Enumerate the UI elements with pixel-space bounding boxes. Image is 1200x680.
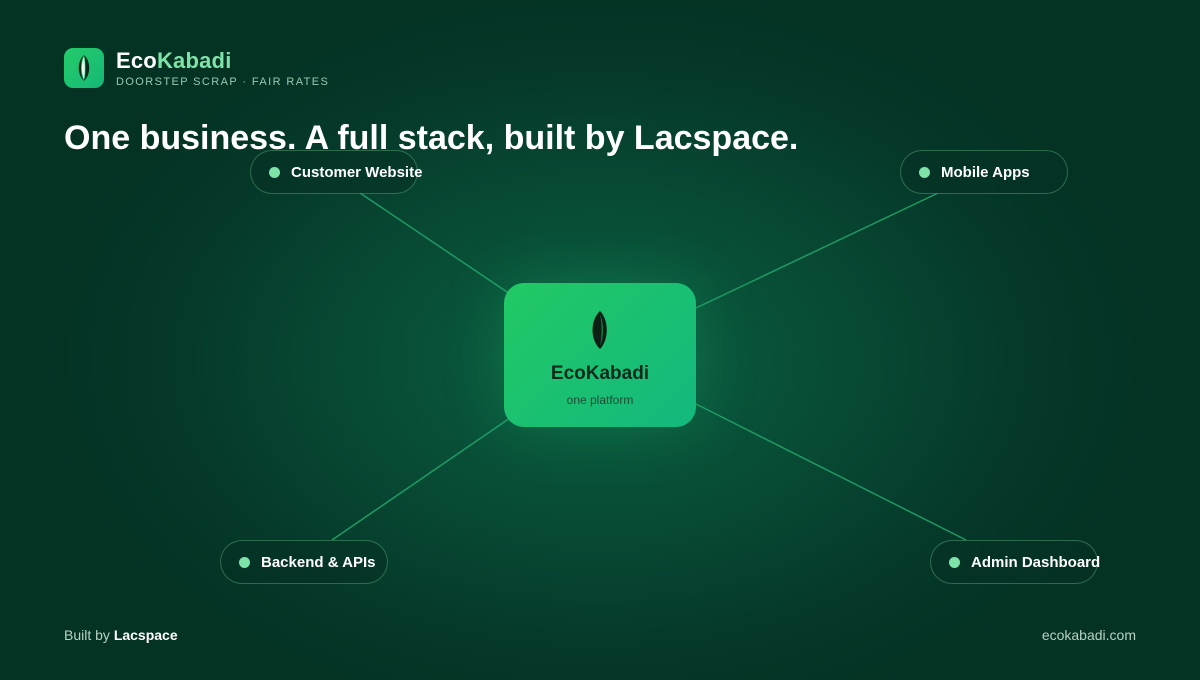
brand-logo <box>64 48 104 88</box>
connector-mobile-apps <box>695 192 939 309</box>
footer-built-by: Built by Lacspace <box>64 627 178 643</box>
brand-name: EcoKabadi <box>116 47 232 73</box>
connector-admin-dashboard <box>695 403 967 541</box>
brand-tagline: DOORSTEP SCRAP · FAIR RATES <box>116 75 330 88</box>
node-label: Mobile Apps <box>941 163 1030 181</box>
status-dot-icon <box>949 556 960 568</box>
connector-customer-website <box>359 192 511 295</box>
connector-backend-apis <box>331 417 511 541</box>
page-headline: One business. A full stack, built by Lac… <box>64 119 799 157</box>
hub-subtitle: one platform <box>566 393 634 407</box>
leaf-icon <box>592 311 607 349</box>
hub-card: EcoKabadi one platform <box>504 283 696 427</box>
hub-title: EcoKabadi <box>550 363 650 384</box>
leaf-icon <box>78 55 90 81</box>
node-backend-apis: Backend & APIs <box>220 540 388 584</box>
footer-website: ecokabadi.com <box>1041 627 1136 643</box>
node-customer-website: Customer Website <box>250 150 422 194</box>
node-label: Admin Dashboard <box>971 553 1101 571</box>
node-label: Backend & APIs <box>261 553 376 571</box>
status-dot-icon <box>919 166 930 178</box>
brand-header: EcoKabadi DOORSTEP SCRAP · FAIR RATES <box>64 48 329 88</box>
node-admin-dashboard: Admin Dashboard <box>930 540 1101 584</box>
footer-brand-link: Lacspace <box>113 627 178 643</box>
node-label: Customer Website <box>291 163 423 181</box>
status-dot-icon <box>269 166 280 178</box>
node-mobile-apps: Mobile Apps <box>900 150 1068 194</box>
status-dot-icon <box>239 556 250 568</box>
